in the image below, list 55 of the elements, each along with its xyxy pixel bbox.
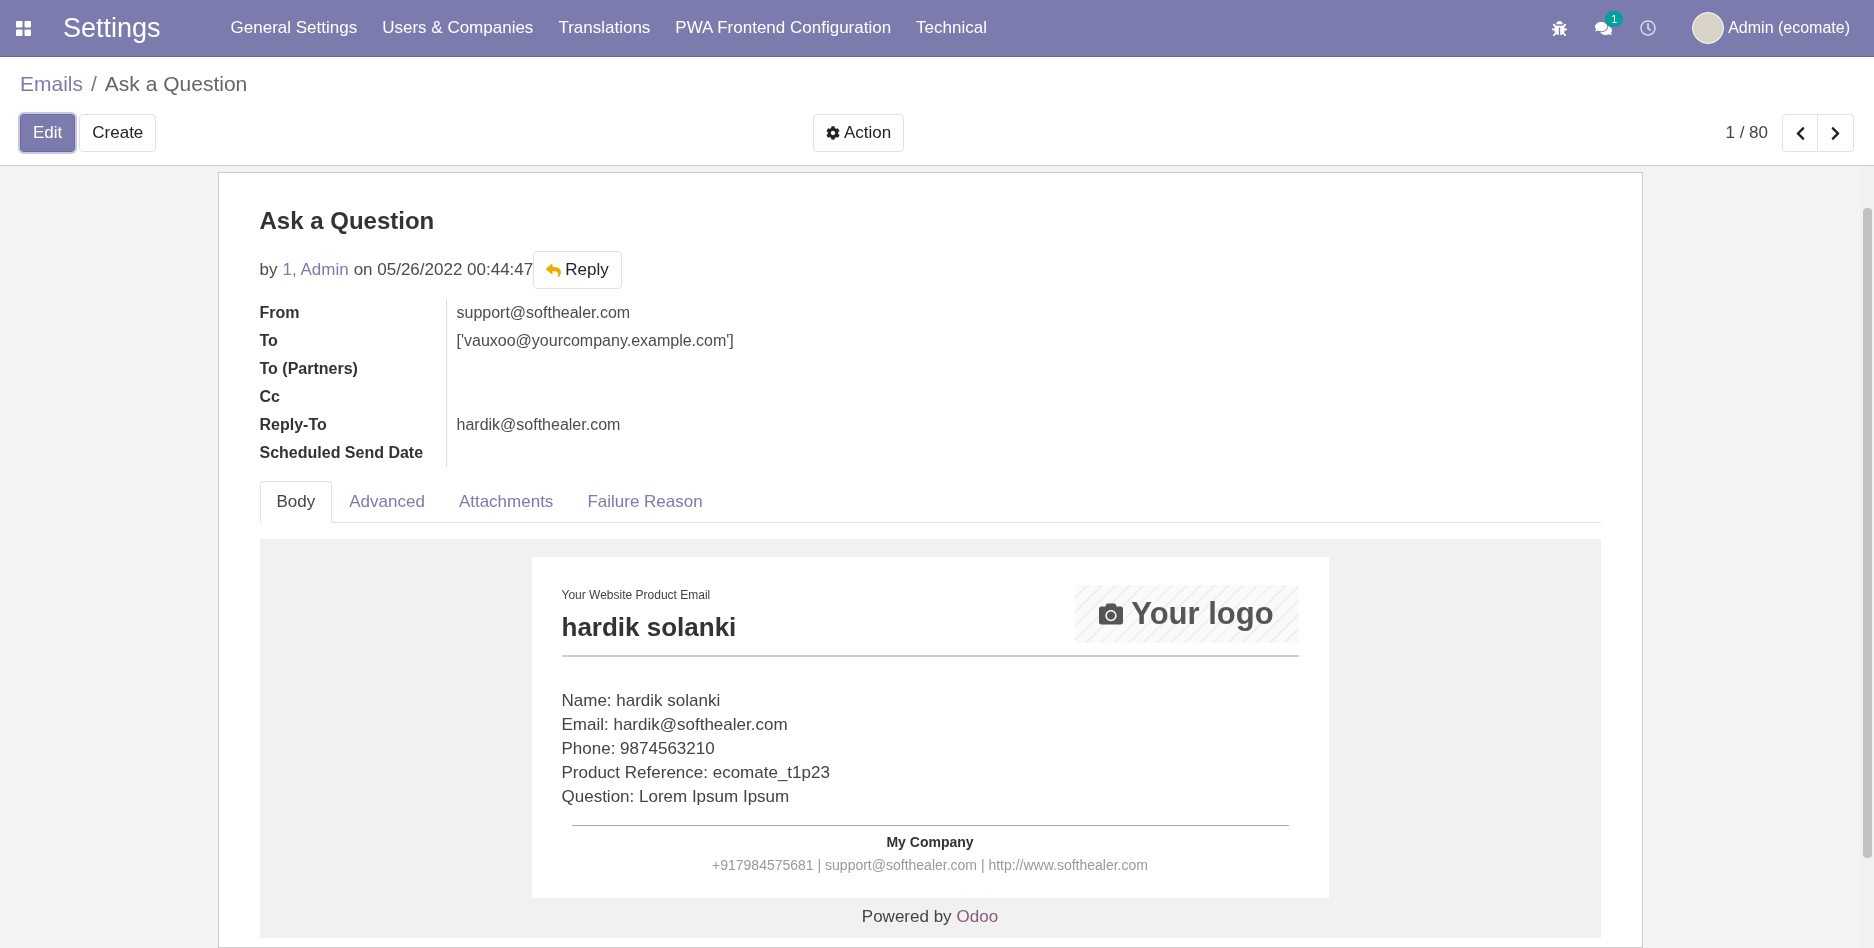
field-label: To: [259, 331, 279, 351]
nav-menu-item[interactable]: Technical: [916, 15, 987, 41]
record-title: Ask a Question: [259, 206, 436, 236]
toolbar-button[interactable]: Edit: [20, 114, 76, 152]
nav-menu-item[interactable]: Users & Companies: [382, 15, 534, 41]
field-label: To (Partners): [259, 359, 359, 379]
email-line: Name: hardik solanki: [561, 690, 722, 712]
email-line: Phone: 9874563210: [561, 738, 716, 760]
clock-icon[interactable]: [1640, 20, 1657, 36]
email-subtitle: Your Website Product Email: [561, 587, 712, 604]
previous-button[interactable]: [1782, 114, 1818, 152]
field-label: From: [259, 303, 301, 323]
breadcrumb-item[interactable]: Emails: [20, 68, 83, 100]
toolbar-button[interactable]: Create: [79, 114, 157, 152]
reply-button[interactable]: Reply: [533, 251, 622, 289]
odoo-link[interactable]: Odoo: [956, 904, 999, 930]
author-link[interactable]: 1, Admin: [282, 257, 349, 283]
apps-grid-icon[interactable]: [16, 20, 31, 36]
app-name: Settings: [63, 11, 161, 45]
breadcrumb-separator: /: [91, 71, 97, 98]
chat-count-badge: 1: [1605, 10, 1624, 27]
nav-menu-item[interactable]: General Settings: [230, 15, 358, 41]
nav-menu-item[interactable]: PWA Frontend Configuration: [675, 15, 892, 41]
email-heading: hardik solanki: [561, 611, 737, 644]
field-value: hardik@softhealer.com: [456, 416, 621, 433]
nav-menu-item[interactable]: Translations: [558, 15, 651, 41]
reply-arrow-icon: [546, 262, 562, 278]
form-tab[interactable]: Advanced: [332, 481, 442, 523]
form-tab[interactable]: Body: [259, 481, 333, 523]
field-label: Cc: [259, 387, 281, 407]
field-value: support@softhealer.com: [456, 304, 631, 321]
camera-icon: [1099, 602, 1124, 626]
email-line: Question: Lorem Ipsum Ipsum: [561, 786, 791, 808]
company-name: My Company: [886, 833, 974, 852]
sent-date: on 05/26/2022 00:44:47: [353, 259, 534, 282]
user-name[interactable]: Admin (ecomate): [1728, 16, 1850, 40]
field-label: Reply-To: [259, 415, 328, 435]
avatar[interactable]: [1692, 12, 1725, 44]
breadcrumb-item: Ask a Question: [104, 71, 248, 98]
action-button[interactable]: Action: [813, 114, 905, 152]
gear-icon: [826, 126, 840, 140]
author-prefix: by: [259, 259, 278, 282]
company-contact: +917984575681 | support@softhealer.com | http://www.softhealer.com: [712, 856, 1148, 875]
powered-by-text: Powered by: [861, 906, 952, 928]
form-tab[interactable]: Failure Reason: [570, 481, 720, 523]
pager-value: 1 / 80: [1725, 122, 1768, 145]
bug-icon[interactable]: [1552, 20, 1568, 36]
field-value: ['vauxoo@yourcompany.example.com']: [456, 332, 734, 349]
next-button[interactable]: [1818, 114, 1854, 152]
chat-icon[interactable]: [1595, 19, 1613, 37]
email-line: Product Reference: ecomate_t1p23: [561, 762, 831, 784]
field-label: Scheduled Send Date: [259, 443, 425, 463]
email-line: Email: hardik@softhealer.com: [561, 714, 789, 736]
logo-text: Your logo: [1131, 594, 1274, 633]
form-tab[interactable]: Attachments: [441, 481, 571, 523]
